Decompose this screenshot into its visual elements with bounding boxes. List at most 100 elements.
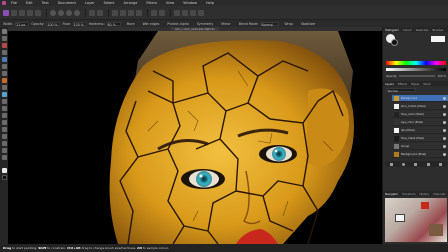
smudge-tool-icon[interactable] — [1, 134, 7, 139]
menu-document[interactable]: Document — [58, 1, 76, 5]
visibility-icon[interactable] — [443, 105, 446, 108]
layer-row[interactable]: face_color (Pixel) — [392, 111, 448, 118]
selection-mode-icon[interactable] — [112, 9, 118, 16]
tab-styles[interactable]: Styles — [411, 82, 419, 86]
menu-layer[interactable]: Layer — [85, 1, 95, 5]
tone-mapping-persona-icon[interactable] — [27, 9, 33, 16]
arrange-icon[interactable] — [182, 9, 188, 16]
adjustment-icon[interactable] — [414, 162, 418, 166]
crop-tool-icon[interactable] — [1, 43, 7, 48]
stabilizer-toggle[interactable]: Stabilizer — [301, 22, 316, 26]
secondary-colour-well[interactable] — [391, 39, 398, 46]
wet-edges-toggle[interactable]: Wet edges — [143, 22, 160, 26]
selection-intersect-icon[interactable] — [136, 9, 142, 16]
fx-icon[interactable] — [426, 162, 430, 166]
layer-row[interactable]: Background (Pixel) — [392, 151, 448, 158]
tab-swatches[interactable]: Swatches — [416, 28, 429, 32]
tab-navigator[interactable]: Navigator — [385, 192, 398, 196]
menu-select[interactable]: Select — [104, 1, 115, 5]
visibility-icon[interactable] — [443, 137, 446, 140]
transform-icon[interactable] — [198, 9, 204, 16]
refine-selection-icon[interactable] — [159, 9, 165, 16]
secondary-color-swatch[interactable] — [1, 175, 7, 180]
assistant-icon[interactable] — [97, 9, 103, 16]
add-layer-icon[interactable] — [389, 162, 393, 166]
tab-histogram[interactable]: Histogram — [385, 28, 399, 32]
primary-color-swatch[interactable] — [1, 168, 7, 173]
panel-opacity-slider[interactable] — [399, 75, 436, 77]
menu-text[interactable]: Text — [42, 1, 49, 5]
snapping-icon[interactable] — [174, 9, 180, 16]
tab-layers[interactable]: Layers — [385, 82, 394, 86]
color-picker-icon[interactable] — [1, 85, 7, 90]
visibility-icon[interactable] — [443, 145, 446, 148]
opacity-field[interactable]: 100 % — [46, 21, 61, 27]
shape-tool-icon[interactable] — [1, 148, 7, 153]
marquee-tool-icon[interactable] — [1, 64, 7, 69]
menu-help[interactable]: Help — [206, 1, 214, 5]
selection-brush-icon[interactable] — [1, 50, 7, 55]
develop-persona-icon[interactable] — [19, 9, 25, 16]
export-persona-icon[interactable] — [35, 9, 41, 16]
layer-row[interactable]: skin_cracks (Pixel) — [392, 103, 448, 110]
visibility-icon[interactable] — [443, 129, 446, 132]
menu-view[interactable]: View — [166, 1, 174, 5]
photo-persona-icon[interactable] — [3, 9, 9, 16]
more-button[interactable]: More — [127, 22, 135, 26]
auto-colours-icon[interactable] — [66, 9, 72, 16]
dodge-tool-icon[interactable] — [1, 113, 7, 118]
view-mode-icon[interactable] — [89, 9, 95, 16]
auto-white-balance-icon[interactable] — [74, 9, 80, 16]
menu-arrange[interactable]: Arrange — [123, 1, 137, 5]
hardness-field[interactable]: 80 % — [106, 21, 121, 27]
delete-layer-icon[interactable] — [439, 162, 443, 166]
lightness-slider[interactable] — [386, 68, 446, 71]
tab-channels[interactable]: Channels — [433, 192, 445, 196]
menu-window[interactable]: Window — [183, 1, 197, 5]
tab-transform[interactable]: Transform — [402, 192, 415, 196]
liquify-persona-icon[interactable] — [11, 9, 17, 16]
visibility-icon[interactable] — [443, 113, 446, 116]
flow-field[interactable]: 100 % — [72, 21, 87, 27]
move-tool-icon[interactable] — [1, 29, 7, 34]
visibility-icon[interactable] — [443, 153, 446, 156]
visibility-icon[interactable] — [443, 97, 446, 100]
quick-mask-icon[interactable] — [151, 9, 157, 16]
canvas[interactable] — [8, 31, 382, 244]
eraser-tool-icon[interactable] — [1, 106, 7, 111]
width-field[interactable]: 21 px — [15, 21, 30, 27]
layer-row[interactable]: eye_color (Pixel) — [392, 119, 448, 126]
menu-file[interactable]: File — [11, 1, 17, 5]
tab-brushes[interactable]: Brushes — [433, 28, 444, 32]
mirror-toggle[interactable]: Mirror — [221, 22, 230, 26]
symmetry-toggle[interactable]: Symmetry — [197, 22, 214, 26]
layer-row[interactable]: lips (Pixel) — [392, 127, 448, 134]
tab-colour[interactable]: Colour — [403, 28, 412, 32]
menu-edit[interactable]: Edit — [26, 1, 33, 5]
selection-subtract-icon[interactable] — [128, 9, 134, 16]
gradient-tool-icon[interactable] — [1, 99, 7, 104]
blend-mode-select[interactable]: Normal — [260, 21, 279, 27]
auto-levels-icon[interactable] — [50, 9, 56, 16]
auto-contrast-icon[interactable] — [58, 9, 64, 16]
wrap-toggle[interactable]: Wrap — [285, 22, 293, 26]
layer-row[interactable]: Group — [392, 143, 448, 150]
freehand-select-icon[interactable] — [1, 71, 7, 76]
paint-brush-icon[interactable] — [1, 78, 7, 83]
tab-effects[interactable]: Effects — [398, 82, 407, 86]
tab-history[interactable]: History — [420, 192, 430, 196]
protect-alpha-toggle[interactable]: Protect Alpha — [167, 22, 188, 26]
fill-tool-icon[interactable] — [1, 92, 7, 97]
navigator-preview[interactable] — [385, 198, 447, 242]
text-tool-icon[interactable] — [1, 155, 7, 160]
tab-stock[interactable]: Stock — [423, 82, 430, 86]
align-icon[interactable] — [190, 9, 196, 16]
selection-add-icon[interactable] — [120, 9, 126, 16]
layer-blend-select[interactable]: Normal — [386, 88, 416, 93]
flood-select-icon[interactable] — [1, 57, 7, 62]
visibility-icon[interactable] — [443, 121, 446, 124]
view-tool-icon[interactable] — [1, 36, 7, 41]
layer-row[interactable]: Background — [392, 95, 448, 102]
mask-layer-icon[interactable] — [402, 162, 406, 166]
menu-filters[interactable]: Filters — [146, 1, 157, 5]
